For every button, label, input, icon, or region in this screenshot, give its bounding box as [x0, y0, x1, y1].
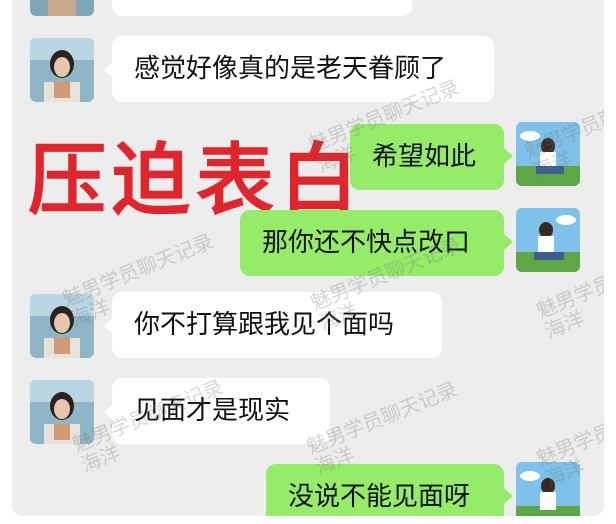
contact-avatar[interactable]: [30, 38, 94, 102]
message-bubble-incoming[interactable]: 你不打算跟我见个面吗: [112, 292, 442, 358]
message-bubble-partial: [112, 0, 412, 16]
user-avatar[interactable]: [516, 208, 580, 272]
contact-avatar[interactable]: [30, 294, 94, 358]
user-avatar[interactable]: [516, 462, 580, 516]
contact-avatar[interactable]: [30, 380, 94, 444]
user-avatar[interactable]: [516, 122, 580, 186]
message-bubble-incoming[interactable]: 见面才是现实: [112, 378, 330, 444]
contact-avatar[interactable]: [30, 0, 94, 16]
message-bubble-incoming[interactable]: 感觉好像真的是老天眷顾了: [112, 36, 494, 102]
chat-screenshot: 感觉好像真的是老天眷顾了 压迫表白 希望如此 那你还不快点改口 你不打算跟我见个…: [12, 0, 604, 516]
message-bubble-outgoing[interactable]: 没说不能见面呀: [266, 464, 504, 516]
message-bubble-outgoing[interactable]: 那你还不快点改口: [240, 210, 504, 276]
message-bubble-outgoing[interactable]: 希望如此: [350, 124, 504, 190]
